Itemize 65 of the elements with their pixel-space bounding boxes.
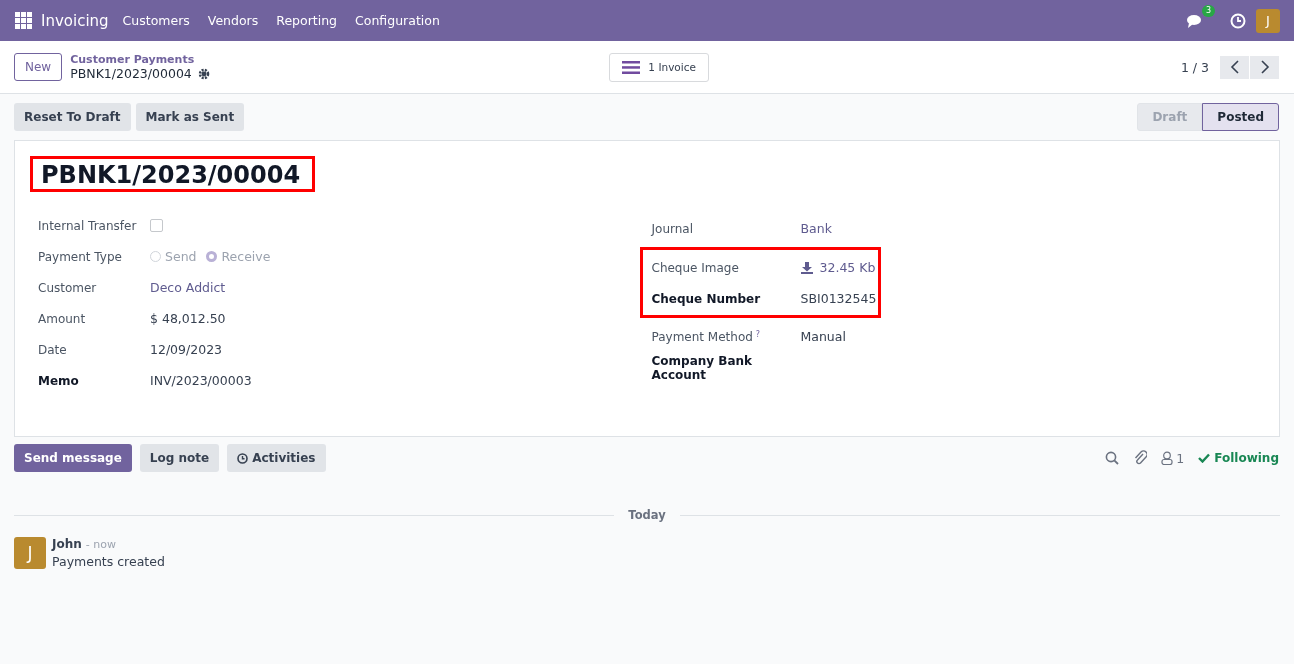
action-button[interactable]: Reset To Draft — [14, 103, 131, 131]
author-avatar: J — [14, 537, 46, 569]
menu-item[interactable]: Customers — [122, 13, 190, 28]
field-label: Internal Transfer — [38, 218, 137, 233]
status-stage[interactable]: Posted — [1202, 103, 1279, 131]
person-icon — [1161, 451, 1174, 465]
record-title: PBNK1/2023/00004 — [30, 156, 316, 192]
chevron-right-icon — [1259, 60, 1270, 74]
field-label: Company Bank Account — [651, 353, 754, 382]
download-icon[interactable] — [800, 261, 813, 274]
chatter-button[interactable]: Log note — [139, 444, 220, 472]
field-link[interactable]: Deco Addict — [150, 280, 226, 295]
paperclip-icon[interactable] — [1133, 450, 1148, 466]
checkmark-icon — [1198, 453, 1211, 463]
field-value: Manual — [800, 329, 846, 344]
field-label: Customer — [38, 280, 97, 295]
followers-button[interactable]: 1 — [1161, 450, 1185, 466]
field-label: Amount — [38, 311, 86, 326]
radio-label: Send — [165, 249, 197, 264]
field-link[interactable]: Bank — [800, 221, 832, 236]
app-name[interactable]: Invoicing — [41, 11, 109, 30]
field-label: Date — [38, 342, 67, 357]
author-name[interactable]: John — [52, 537, 82, 551]
chevron-left-icon — [1229, 60, 1240, 74]
previous-button[interactable] — [1220, 55, 1249, 79]
menu-item[interactable]: Configuration — [355, 13, 440, 28]
record-name: PBNK1/2023/00004 — [70, 66, 192, 81]
field-value: $ 48,012.50 — [150, 311, 226, 326]
message-text: Payments created — [52, 554, 165, 569]
help-tooltip[interactable]: ? — [755, 329, 761, 344]
chatter-button[interactable]: Send message — [14, 444, 132, 472]
user-avatar[interactable]: J — [1256, 8, 1280, 33]
chatter-button[interactable]: Activities — [227, 444, 326, 472]
field-label: Journal — [651, 221, 693, 236]
radio-label: Receive — [221, 249, 271, 264]
invoice-smart-button[interactable]: 1 Invoice — [609, 52, 709, 82]
field-value: 12/09/2023 — [150, 342, 223, 357]
menu-item[interactable]: Reporting — [276, 13, 338, 28]
file-size-link[interactable]: 32.45 Kb — [819, 260, 876, 275]
field-value: SBI0132545 — [800, 291, 877, 306]
new-button[interactable]: New — [14, 53, 63, 81]
next-button[interactable] — [1250, 55, 1279, 79]
date-separator: Today — [628, 508, 666, 522]
pager-value: 1 / 3 — [1180, 59, 1209, 75]
app-grid-icon[interactable] — [15, 12, 32, 29]
message-time: - now — [85, 538, 116, 551]
field-label: Payment Type — [38, 249, 122, 264]
chat-icon[interactable] — [1186, 12, 1202, 29]
menu-item[interactable]: Vendors — [207, 13, 259, 28]
following-button[interactable]: Following — [1198, 451, 1279, 465]
clock-icon — [237, 452, 249, 464]
search-icon[interactable] — [1105, 451, 1120, 465]
field-label: Payment Method — [651, 329, 753, 344]
field-value: INV/2023/00003 — [150, 373, 252, 388]
gear-icon[interactable] — [197, 67, 210, 80]
checkbox[interactable] — [150, 219, 163, 232]
field-label: Cheque Number — [651, 291, 761, 306]
field-label: Cheque Image — [651, 260, 739, 275]
breadcrumb-link[interactable]: Customer Payments — [70, 53, 210, 66]
field-label: Memo — [38, 373, 79, 388]
radio-button[interactable] — [206, 251, 218, 262]
list-icon — [622, 59, 641, 75]
clock-icon[interactable] — [1230, 12, 1246, 29]
message-count-badge: 3 — [1202, 4, 1216, 17]
action-button[interactable]: Mark as Sent — [135, 103, 245, 131]
